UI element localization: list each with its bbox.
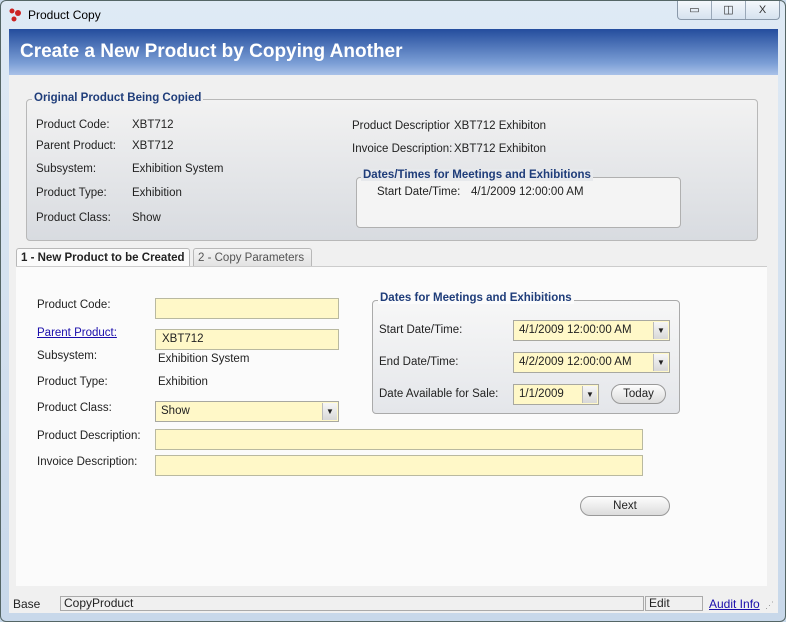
value-parent-product: XBT712 [132,140,174,152]
value-new-subsystem: Exhibition System [158,353,250,365]
start-date-picker[interactable]: 4/1/2009 12:00:00 AM ▼ [513,320,670,341]
tab-new-product[interactable]: 1 - New Product to be Created [16,248,190,268]
value-product-type: Exhibition [132,187,182,199]
status-base: Base [13,597,41,611]
value-original-start: 4/1/2009 12:00:00 AM [471,186,584,198]
end-date-picker[interactable]: 4/2/2009 12:00:00 AM ▼ [513,352,670,373]
chevron-down-icon[interactable]: ▼ [322,403,337,420]
label-new-product-code: Product Code: [37,299,111,311]
parent-product-link[interactable]: Parent Product: [37,327,117,339]
sale-date-picker[interactable]: 1/1/2009 ▼ [513,384,599,405]
status-mode: Edit [645,596,703,611]
invoice-description-input[interactable] [155,455,643,476]
label-subsystem: Subsystem: [36,163,97,175]
today-button[interactable]: Today [611,384,666,404]
label-start-date: Start Date/Time: [379,324,463,336]
product-code-input[interactable] [155,298,339,319]
chevron-down-icon[interactable]: ▼ [582,386,597,403]
chevron-down-icon[interactable]: ▼ [653,354,668,371]
sale-date-value: 1/1/2009 [519,388,564,400]
label-invoice-description: Invoice Description: [352,143,453,155]
label-new-invoice-description: Invoice Description: [37,456,138,468]
value-product-description: XBT712 Exhibiton [454,120,547,132]
window-title: Product Copy [28,8,101,22]
original-dates-group [356,177,681,228]
label-sale-date: Date Available for Sale: [379,388,499,400]
tab-copy-parameters[interactable]: 2 - Copy Parameters [193,248,312,267]
resize-grip-icon[interactable]: ⋰ [765,600,774,611]
label-original-start: Start Date/Time: [377,186,461,198]
close-button[interactable]: X [746,1,779,19]
label-product-type: Product Type: [36,187,107,199]
original-group-legend: Original Product Being Copied [32,92,204,104]
value-product-class: Show [132,212,161,224]
dates-legend: Dates for Meetings and Exhibitions [378,292,574,304]
audit-info-link[interactable]: Audit Info [709,597,760,611]
product-description-input[interactable] [155,429,643,450]
label-product-description: Product Descriptior [352,120,450,132]
value-product-code: XBT712 [132,119,174,131]
label-new-product-type: Product Type: [37,376,108,388]
window-controls: ▭ ◫ X [677,1,780,20]
app-icon [9,8,21,22]
chevron-down-icon[interactable]: ▼ [653,322,668,339]
value-invoice-description: XBT712 Exhibiton [454,143,547,155]
status-context: CopyProduct [60,596,644,611]
page-title: Create a New Product by Copying Another [9,29,778,75]
next-button[interactable]: Next [580,496,670,516]
maximize-button[interactable]: ◫ [712,1,746,19]
parent-product-input[interactable]: XBT712 [155,329,339,350]
label-new-product-class: Product Class: [37,402,112,414]
label-product-code: Product Code: [36,119,110,131]
label-end-date: End Date/Time: [379,356,459,368]
start-date-value: 4/1/2009 12:00:00 AM [519,324,632,336]
end-date-value: 4/2/2009 12:00:00 AM [519,356,632,368]
minimize-button[interactable]: ▭ [678,1,712,19]
value-subsystem: Exhibition System [132,163,224,175]
label-product-class: Product Class: [36,212,111,224]
value-new-product-type: Exhibition [158,376,208,388]
label-new-subsystem: Subsystem: [37,350,98,362]
product-class-value: Show [161,405,190,417]
original-dates-legend: Dates/Times for Meetings and Exhibitions [361,169,593,181]
label-new-product-description: Product Description: [37,430,141,442]
label-parent-product: Parent Product: [36,140,116,152]
product-class-select[interactable]: Show ▼ [155,401,339,422]
